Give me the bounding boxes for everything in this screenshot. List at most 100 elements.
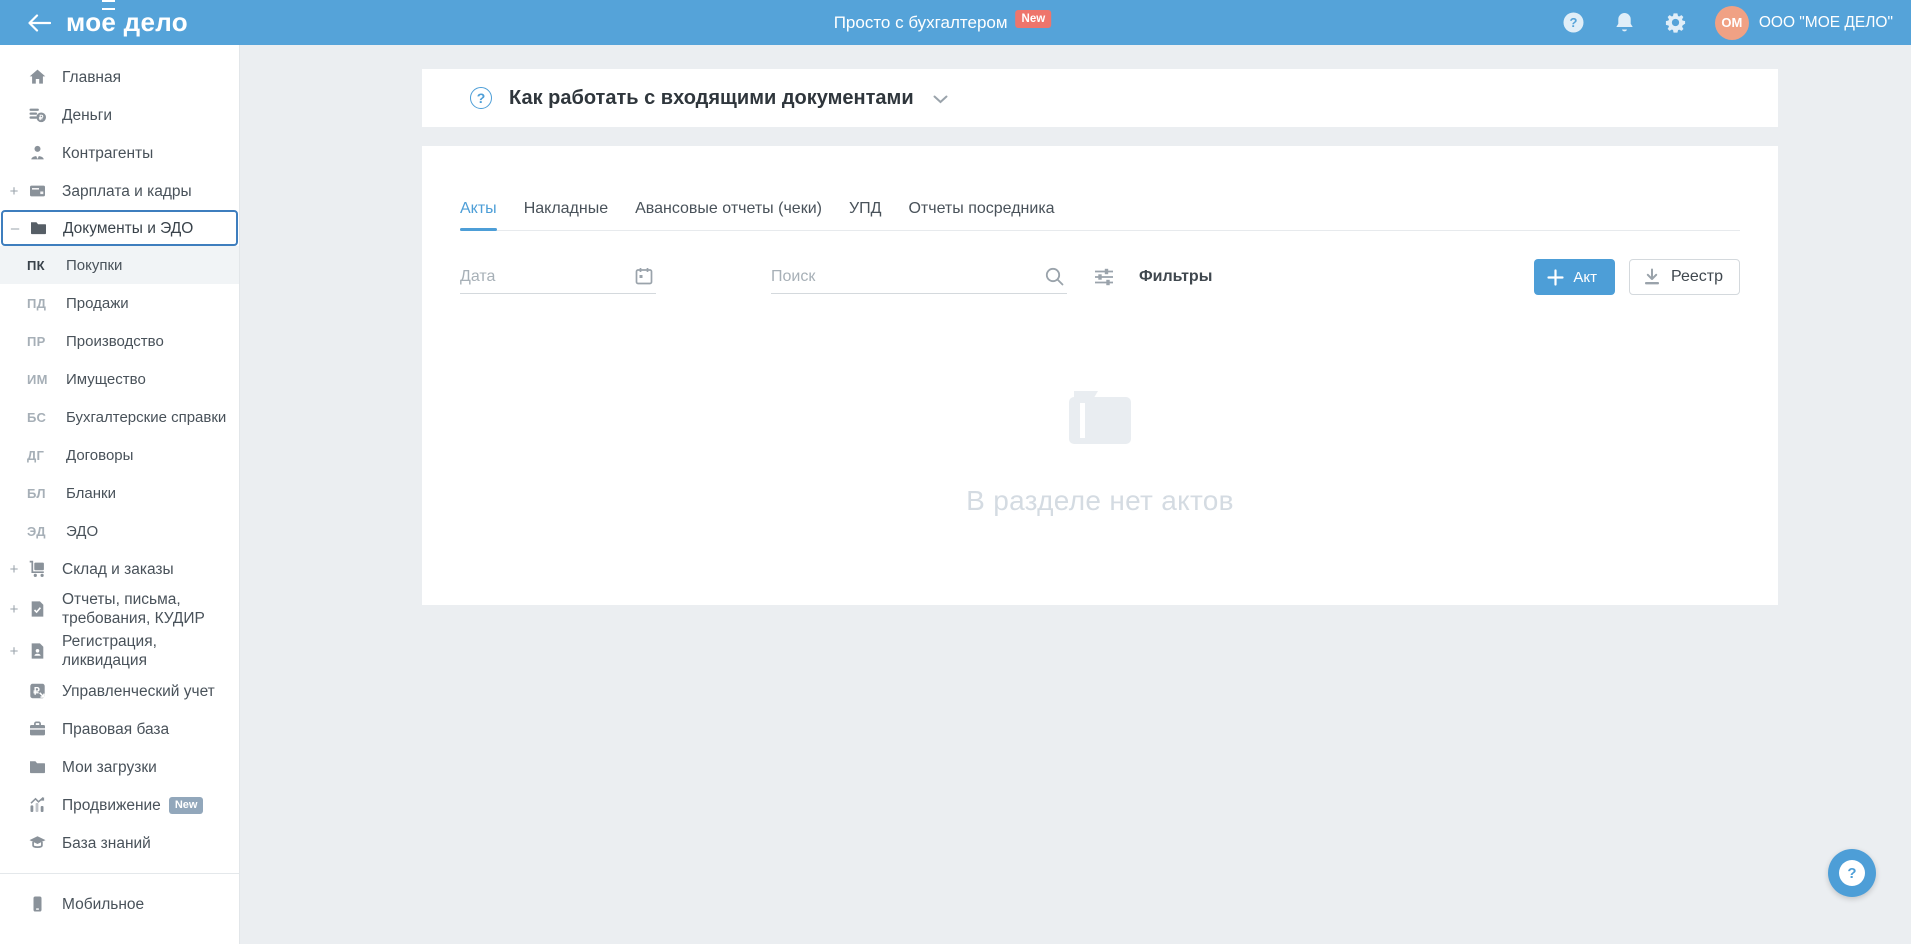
subitem-code: ИМ (27, 371, 48, 387)
question-circle-icon: ? (470, 87, 492, 109)
avatar[interactable]: ОМ (1714, 5, 1749, 40)
money-icon: ₽ (27, 105, 47, 125)
sidebar-item-knowledge[interactable]: База знаний (0, 824, 239, 862)
tab-упд[interactable]: УПД (849, 200, 882, 230)
sidebar-item-label: База знаний (62, 834, 151, 852)
banner-title: Как работать с входящими документами (509, 86, 914, 109)
subitem-label: Покупки (66, 256, 123, 274)
tab-отчеты-посредника[interactable]: Отчеты посредника (908, 200, 1054, 230)
search-field (771, 260, 1067, 294)
empty-state: В разделе нет актов (422, 390, 1778, 517)
floating-help-button[interactable]: ? (1828, 849, 1876, 897)
download-icon (1645, 268, 1659, 285)
expand-plus-icon[interactable]: + (6, 643, 22, 660)
folder-icon (28, 218, 48, 238)
calendar-icon[interactable] (634, 266, 654, 291)
sidebar-item-promotion[interactable]: Продвижение New (0, 786, 239, 824)
briefcase-icon (27, 719, 47, 739)
empty-message: В разделе нет актов (966, 485, 1234, 516)
collapse-minus-icon[interactable]: – (7, 220, 23, 237)
sidebar-item-mobile[interactable]: Мобильное (0, 885, 239, 923)
sidebar-subitem-production[interactable]: ПР Производство (0, 322, 239, 360)
sidebar-item-reports[interactable]: + Отчеты, письма, требования, КУДИР (0, 588, 239, 630)
expand-plus-icon[interactable]: + (6, 183, 22, 200)
contractors-icon (27, 143, 47, 163)
new-badge: New (168, 796, 204, 814)
filter-sliders-icon[interactable] (1093, 267, 1115, 287)
new-badge: New (1015, 9, 1052, 28)
sidebar-item-label: Управленческий учет (62, 682, 215, 700)
add-act-button[interactable]: Акт (1534, 259, 1615, 295)
sidebar-subitem-acc-certs[interactable]: БС Бухгалтерские справки (0, 398, 239, 436)
subitem-code: БЛ (27, 485, 46, 501)
sidebar-subitem-purchases[interactable]: ПК Покупки (0, 246, 239, 284)
subitem-label: ЭДО (66, 522, 99, 540)
sidebar-item-registration[interactable]: + Регистрация, ликвидация (0, 630, 239, 672)
date-field (460, 260, 656, 294)
management-ruble-icon: ₽ (27, 681, 47, 701)
search-input[interactable] (771, 267, 1067, 286)
back-arrow-icon[interactable] (26, 10, 52, 36)
subitem-code: ПД (27, 295, 47, 311)
tab-акты[interactable]: Акты (460, 200, 497, 231)
filters-label[interactable]: Фильтры (1139, 268, 1212, 286)
help-banner[interactable]: ? Как работать с входящими документами (422, 69, 1778, 127)
registration-doc-icon (27, 641, 47, 661)
sidebar-subitem-contracts[interactable]: ДГ Договоры (0, 436, 239, 474)
tab-накладные[interactable]: Накладные (524, 200, 608, 230)
registry-button[interactable]: Реестр (1629, 259, 1740, 295)
sidebar-item-label: Правовая база (62, 720, 170, 738)
knowledge-cap-icon (27, 833, 47, 853)
subitem-label: Производство (66, 332, 164, 350)
help-icon: ? (1839, 860, 1865, 886)
sidebar-item-money[interactable]: ₽ Деньги (0, 96, 239, 134)
sidebar-item-label: Мои загрузки (62, 758, 157, 776)
sidebar-subitem-sales[interactable]: ПД Продажи (0, 284, 239, 322)
sidebar-subitem-property[interactable]: ИМ Имущество (0, 360, 239, 398)
sidebar-item-legal[interactable]: Правовая база (0, 710, 239, 748)
subitem-label: Продажи (66, 294, 129, 312)
header-tagline-wrap: Просто с бухгалтером New (834, 9, 1052, 36)
sidebar-item-downloads[interactable]: Мои загрузки (0, 748, 239, 786)
sidebar-item-home[interactable]: Главная (0, 58, 239, 96)
app-logo[interactable]: мо е дело (66, 0, 188, 38)
subitem-label: Договоры (66, 446, 134, 464)
sidebar-item-label: Контрагенты (62, 144, 154, 162)
company-name[interactable]: ООО "МОЕ ДЕЛО" (1759, 14, 1893, 32)
subitem-code: ЭД (27, 523, 46, 539)
help-icon[interactable]: ? (1562, 11, 1586, 35)
sidebar-subitem-edo[interactable]: ЭД ЭДО (0, 512, 239, 550)
sidebar-nav: Главная ₽ Деньги Контрагенты + Зарплата и кад… (0, 58, 239, 923)
sidebar-item-label: Отчеты, письма, требования, КУДИР (62, 591, 205, 627)
bell-icon[interactable] (1613, 11, 1637, 35)
expand-plus-icon[interactable]: + (6, 561, 22, 578)
sidebar-divider (0, 873, 239, 874)
sidebar: Главная ₽ Деньги Контрагенты + Зарплата и кад… (0, 45, 240, 944)
chevron-down-icon[interactable] (933, 91, 948, 109)
date-input[interactable] (460, 267, 656, 286)
report-doc-icon (27, 599, 47, 619)
sidebar-item-documents[interactable]: – Документы и ЭДО (1, 210, 238, 246)
sidebar-subitem-blanks[interactable]: БЛ Бланки (0, 474, 239, 512)
mobile-phone-icon (27, 894, 47, 914)
svg-text:₽: ₽ (33, 687, 40, 698)
tab-авансовые-отчеты-чеки-[interactable]: Авансовые отчеты (чеки) (635, 200, 822, 230)
search-icon[interactable] (1044, 266, 1065, 292)
subitem-code: ПР (27, 333, 46, 349)
sidebar-item-label: Деньги (62, 106, 113, 124)
sidebar-item-label: Склад и заказы (62, 560, 174, 578)
documents-card: Акты Накладные Авансовые отчеты (чеки) УПД О… (422, 146, 1778, 605)
uploads-folder-icon (27, 757, 47, 777)
sidebar-item-warehouse[interactable]: + Склад и заказы (0, 550, 239, 588)
gear-icon[interactable] (1664, 11, 1688, 35)
salary-card-icon (27, 181, 47, 201)
filter-toolbar: Фильтры Акт Реестр (460, 258, 1740, 296)
logo-e: е (101, 0, 117, 37)
sidebar-item-contractors[interactable]: Контрагенты (0, 134, 239, 172)
expand-plus-icon[interactable]: + (6, 601, 22, 618)
tab-bar: Акты Накладные Авансовые отчеты (чеки) УПД О… (460, 146, 1740, 231)
sidebar-item-management[interactable]: ₽ Управленческий учет (0, 672, 239, 710)
sidebar-item-salary[interactable]: + Зарплата и кадры (0, 172, 239, 210)
logo-prefix: мо (66, 7, 102, 37)
subitem-code: ДГ (27, 447, 45, 463)
